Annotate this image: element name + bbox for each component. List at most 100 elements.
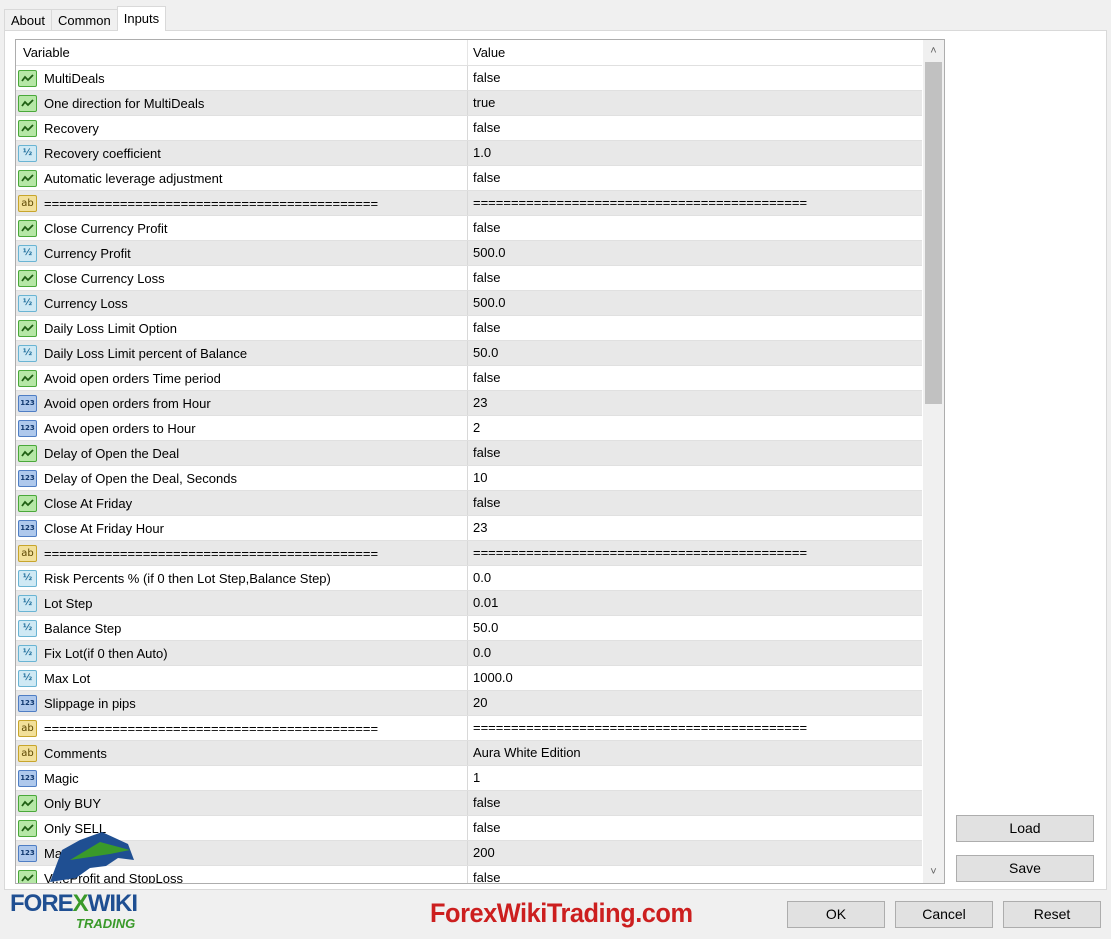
table-row[interactable]: ½ Recovery coefficient 1.0 [16,140,922,165]
value-cell[interactable]: false [468,166,922,190]
table-row[interactable]: One direction for MultiDeals true [16,90,922,115]
table-row[interactable]: ab ======================================… [16,715,922,740]
table-row[interactable]: 123 Close At Friday Hour 23 [16,515,922,540]
table-row[interactable]: 123 Delay of Open the Deal, Seconds 10 [16,465,922,490]
table-row[interactable]: ½ Currency Profit 500.0 [16,240,922,265]
value-cell[interactable]: false [468,316,922,340]
value-cell[interactable]: 23 [468,391,922,415]
double-type-icon: ½ [18,619,37,637]
table-row[interactable]: Automatic leverage adjustment false [16,165,922,190]
value-cell[interactable]: ========================================… [468,191,922,215]
variable-cell: ½ Balance Step [16,616,468,640]
table-row[interactable]: Delay of Open the Deal false [16,440,922,465]
table-row[interactable]: 123 Avoid open orders from Hour 23 [16,390,922,415]
table-row[interactable]: Daily Loss Limit Option false [16,315,922,340]
value-cell[interactable]: 500.0 [468,241,922,265]
table-row[interactable]: ½ Risk Percents % (if 0 then Lot Step,Bal… [16,565,922,590]
value-cell[interactable]: false [468,491,922,515]
tab-inputs[interactable]: Inputs [116,6,167,31]
table-row[interactable]: Close At Friday false [16,490,922,515]
table-row[interactable]: ½ Lot Step 0.01 [16,590,922,615]
value-cell[interactable]: 1000.0 [468,666,922,690]
value-cell[interactable]: false [468,791,922,815]
boolean-checkbox-icon [18,369,37,387]
value-cell[interactable]: 10 [468,466,922,490]
value-cell[interactable]: 0.0 [468,641,922,665]
variable-cell: ab ======================================… [16,191,468,215]
table-row[interactable]: 123 Slippage in pips 20 [16,690,922,715]
scrollbar-thumb[interactable] [925,62,942,404]
value-cell[interactable]: false [468,66,922,90]
value-cell[interactable]: Aura White Edition [468,741,922,765]
value-cell[interactable]: 50.0 [468,616,922,640]
table-row[interactable]: 123 Avoid open orders to Hour 2 [16,415,922,440]
value-cell[interactable]: 23 [468,516,922,540]
boolean-checkbox-icon [18,319,37,337]
value-cell[interactable]: false [468,816,922,840]
table-row[interactable]: ½ Balance Step 50.0 [16,615,922,640]
scroll-up-arrow-icon[interactable]: ˄ [923,40,944,62]
table-row[interactable]: ab ======================================… [16,190,922,215]
column-header-value[interactable]: Value [468,40,923,65]
table-row[interactable]: ½ Max Lot 1000.0 [16,665,922,690]
value-cell[interactable]: ========================================… [468,541,922,565]
value-cell[interactable]: false [468,116,922,140]
variable-cell: Recovery [16,116,468,140]
vertical-scrollbar[interactable]: ˄ ˅ [923,40,944,883]
double-type-icon: ½ [18,344,37,362]
variable-name: Close At Friday Hour [44,520,164,536]
table-row[interactable]: 123 Magic 1 [16,765,922,790]
value-cell[interactable]: false [468,216,922,240]
table-row[interactable]: Close Currency Profit false [16,215,922,240]
boolean-checkbox-icon [18,119,37,137]
table-row[interactable]: Recovery false [16,115,922,140]
table-row[interactable]: MultiDeals false [16,65,922,90]
ok-button[interactable]: OK [787,901,885,928]
variable-name: Only BUY [44,795,102,811]
value-cell[interactable]: 200 [468,841,922,865]
load-button[interactable]: Load [956,815,1094,842]
column-header-variable[interactable]: Variable [16,40,468,65]
table-row[interactable]: Close Currency Loss false [16,265,922,290]
double-type-icon: ½ [18,294,37,312]
double-type-icon: ½ [18,669,37,687]
value-cell[interactable]: 2 [468,416,922,440]
variable-name: Recovery [44,120,99,136]
double-type-icon: ½ [18,644,37,662]
inputs-table: Variable Value MultiDeals false One direct… [15,39,945,884]
variable-name: Delay of Open the Deal [44,445,180,461]
value-cell[interactable]: false [468,866,922,883]
value-cell[interactable]: 50.0 [468,341,922,365]
table-row[interactable]: ½ Fix Lot(if 0 then Auto) 0.0 [16,640,922,665]
variable-name: Daily Loss Limit Option [44,320,177,336]
variable-cell: 123 Magic [16,766,468,790]
value-cell[interactable]: 1 [468,766,922,790]
table-row[interactable]: ab Comments Aura White Edition [16,740,922,765]
value-cell[interactable]: true [468,91,922,115]
value-cell[interactable]: false [468,441,922,465]
tab-about[interactable]: About [4,9,52,31]
scroll-down-arrow-icon[interactable]: ˅ [923,861,944,883]
variable-name: Currency Loss [44,295,128,311]
boolean-checkbox-icon [18,69,37,87]
table-row[interactable]: ½ Currency Loss 500.0 [16,290,922,315]
save-button[interactable]: Save [956,855,1094,882]
reset-button[interactable]: Reset [1003,901,1101,928]
table-row[interactable]: ½ Daily Loss Limit percent of Balance 50.0 [16,340,922,365]
cancel-button[interactable]: Cancel [895,901,993,928]
tab-common[interactable]: Common [50,9,118,31]
variable-cell: 123 Delay of Open the Deal, Seconds [16,466,468,490]
value-cell[interactable]: ========================================… [468,716,922,740]
value-cell[interactable]: 20 [468,691,922,715]
value-cell[interactable]: false [468,266,922,290]
variable-cell: Avoid open orders Time period [16,366,468,390]
table-row[interactable]: Avoid open orders Time period false [16,365,922,390]
boolean-checkbox-icon [18,444,37,462]
value-cell[interactable]: 0.01 [468,591,922,615]
value-cell[interactable]: 1.0 [468,141,922,165]
value-cell[interactable]: 0.0 [468,566,922,590]
value-cell[interactable]: false [468,366,922,390]
table-row[interactable]: Only BUY false [16,790,922,815]
value-cell[interactable]: 500.0 [468,291,922,315]
table-row[interactable]: ab ======================================… [16,540,922,565]
